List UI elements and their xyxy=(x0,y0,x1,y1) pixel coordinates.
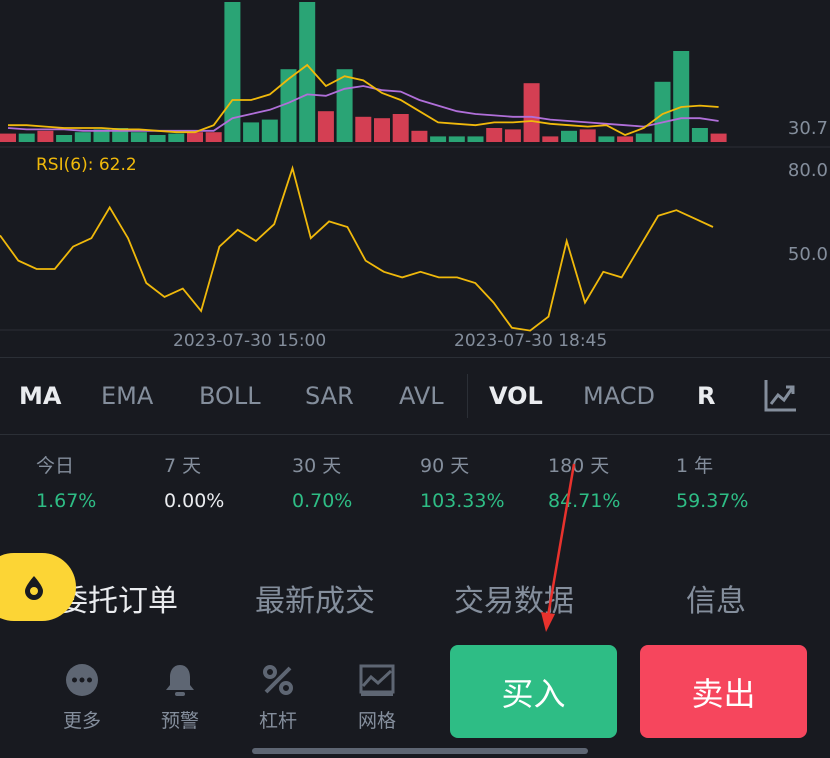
indicator-tab-boll[interactable]: BOLL xyxy=(199,382,261,410)
buy-button[interactable]: 买入 xyxy=(450,645,617,738)
indicator-tab-ema[interactable]: EMA xyxy=(101,382,153,410)
volume-bar xyxy=(18,133,35,142)
perf-90d: 90 天 103.33% xyxy=(420,451,505,512)
perf-label: 180 天 xyxy=(548,455,610,477)
volume-bar xyxy=(579,129,596,142)
drop-icon xyxy=(25,576,43,600)
perf-value: 1.67% xyxy=(36,490,97,512)
floating-drop-button[interactable] xyxy=(0,553,76,621)
volume-bar xyxy=(691,128,708,142)
perf-30d: 30 天 0.70% xyxy=(292,451,352,512)
volume-bar xyxy=(243,122,260,142)
volume-bar xyxy=(187,132,203,142)
perf-1y: 1 年 59.37% xyxy=(676,451,748,512)
indicator-tab-macd[interactable]: MACD xyxy=(583,382,655,410)
volume-bar xyxy=(467,136,484,142)
rsi-readout: RSI(6): 62.2 xyxy=(36,155,137,175)
time-axis-label: 2023-07-30 15:00 xyxy=(173,331,327,351)
volume-bar xyxy=(74,132,91,142)
perf-label: 7 天 xyxy=(164,455,202,477)
volume-bar xyxy=(37,130,54,142)
volume-bar xyxy=(205,132,222,142)
more-button[interactable]: 更多 xyxy=(52,662,112,733)
volume-bar xyxy=(673,51,690,142)
sell-button[interactable]: 卖出 xyxy=(640,645,807,738)
volume-bar xyxy=(392,114,409,142)
grid-label: 网格 xyxy=(357,710,396,732)
perf-value: 84.71% xyxy=(548,490,621,512)
volume-bar xyxy=(261,119,278,142)
price-axis-label: 30.7 xyxy=(787,118,828,139)
perf-label: 1 年 xyxy=(676,455,714,477)
indicator-tab-rsi[interactable]: R xyxy=(697,382,715,410)
indicator-tab-sar[interactable]: SAR xyxy=(305,382,354,410)
tab-latest-trades[interactable]: 最新成交 xyxy=(255,576,375,620)
volume-bar xyxy=(635,133,652,142)
perf-180d: 180 天 84.71% xyxy=(548,451,620,512)
indicator-divider xyxy=(467,374,468,418)
perf-value: 0.00% xyxy=(164,490,225,512)
tab-open-orders[interactable]: 委托订单 xyxy=(58,576,178,620)
rsi-axis-label-80: 80.0 xyxy=(787,160,828,181)
rsi-axis-label-50: 50.0 xyxy=(787,244,828,265)
indicator-tab-ma[interactable]: MA xyxy=(19,382,61,410)
time-axis-label: 2023-07-30 18:45 xyxy=(454,331,608,351)
volume-bar xyxy=(168,133,185,142)
volume-bar xyxy=(504,129,521,142)
home-indicator[interactable] xyxy=(252,748,588,754)
volume-bar xyxy=(56,135,73,142)
rsi-line xyxy=(0,165,714,332)
chart-settings-icon[interactable] xyxy=(760,376,800,416)
tab-trading-data[interactable]: 交易数据 xyxy=(454,576,574,620)
volume-bar xyxy=(561,130,577,142)
volume-bar xyxy=(542,136,559,142)
volume-bar xyxy=(317,111,334,142)
alert-label: 预警 xyxy=(160,710,199,732)
indicator-tab-vol[interactable]: VOL xyxy=(489,382,543,410)
more-icon xyxy=(66,664,98,696)
volume-bar xyxy=(448,136,465,142)
volume-bar xyxy=(411,130,428,142)
volume-bar xyxy=(149,135,166,142)
perf-label: 90 天 xyxy=(420,455,470,477)
volume-bar xyxy=(598,136,615,142)
leverage-label: 杠杆 xyxy=(258,710,297,732)
perf-value: 59.37% xyxy=(676,490,749,512)
perf-value: 103.33% xyxy=(420,490,505,512)
more-label: 更多 xyxy=(62,710,101,732)
action-bar: 更多 预警 杠杆 网格 买入 卖出 xyxy=(0,640,830,758)
volume-bar xyxy=(617,136,634,142)
perf-label: 今日 xyxy=(36,455,75,477)
bottom-tabs: 委托订单 最新成交 交易数据 信息 xyxy=(0,543,830,643)
volume-bar xyxy=(130,132,147,142)
perf-label: 30 天 xyxy=(292,455,342,477)
indicator-tab-avl[interactable]: AVL xyxy=(399,382,444,410)
volume-bar xyxy=(355,116,372,142)
kline-chart[interactable]: 30.7 RSI(6): 62.2 80.0 50.0 2023-07-30 1… xyxy=(0,0,830,355)
performance-row: 今日 1.67% 7 天 0.00% 30 天 0.70% 90 天 103.3… xyxy=(0,437,830,537)
volume-bar xyxy=(710,133,727,142)
volume-bar xyxy=(523,83,540,142)
perf-value: 0.70% xyxy=(292,490,353,512)
volume-bar xyxy=(486,128,503,142)
volume-bar xyxy=(430,136,447,142)
grid-chart-icon xyxy=(359,664,395,696)
alert-button[interactable]: 预警 xyxy=(150,662,210,733)
perf-today: 今日 1.67% xyxy=(36,451,96,512)
tab-info[interactable]: 信息 xyxy=(686,576,746,620)
leverage-button[interactable]: 杠杆 xyxy=(248,662,308,733)
percent-icon xyxy=(263,665,293,695)
chart-canvas[interactable] xyxy=(0,0,830,355)
indicator-toolbar: MA EMA BOLL SAR AVL VOL MACD R xyxy=(0,357,830,435)
bell-icon xyxy=(166,665,194,696)
grid-button[interactable]: 网格 xyxy=(347,662,407,733)
perf-7d: 7 天 0.00% xyxy=(164,451,224,512)
volume-bar xyxy=(374,118,390,142)
volume-bar xyxy=(0,133,16,142)
